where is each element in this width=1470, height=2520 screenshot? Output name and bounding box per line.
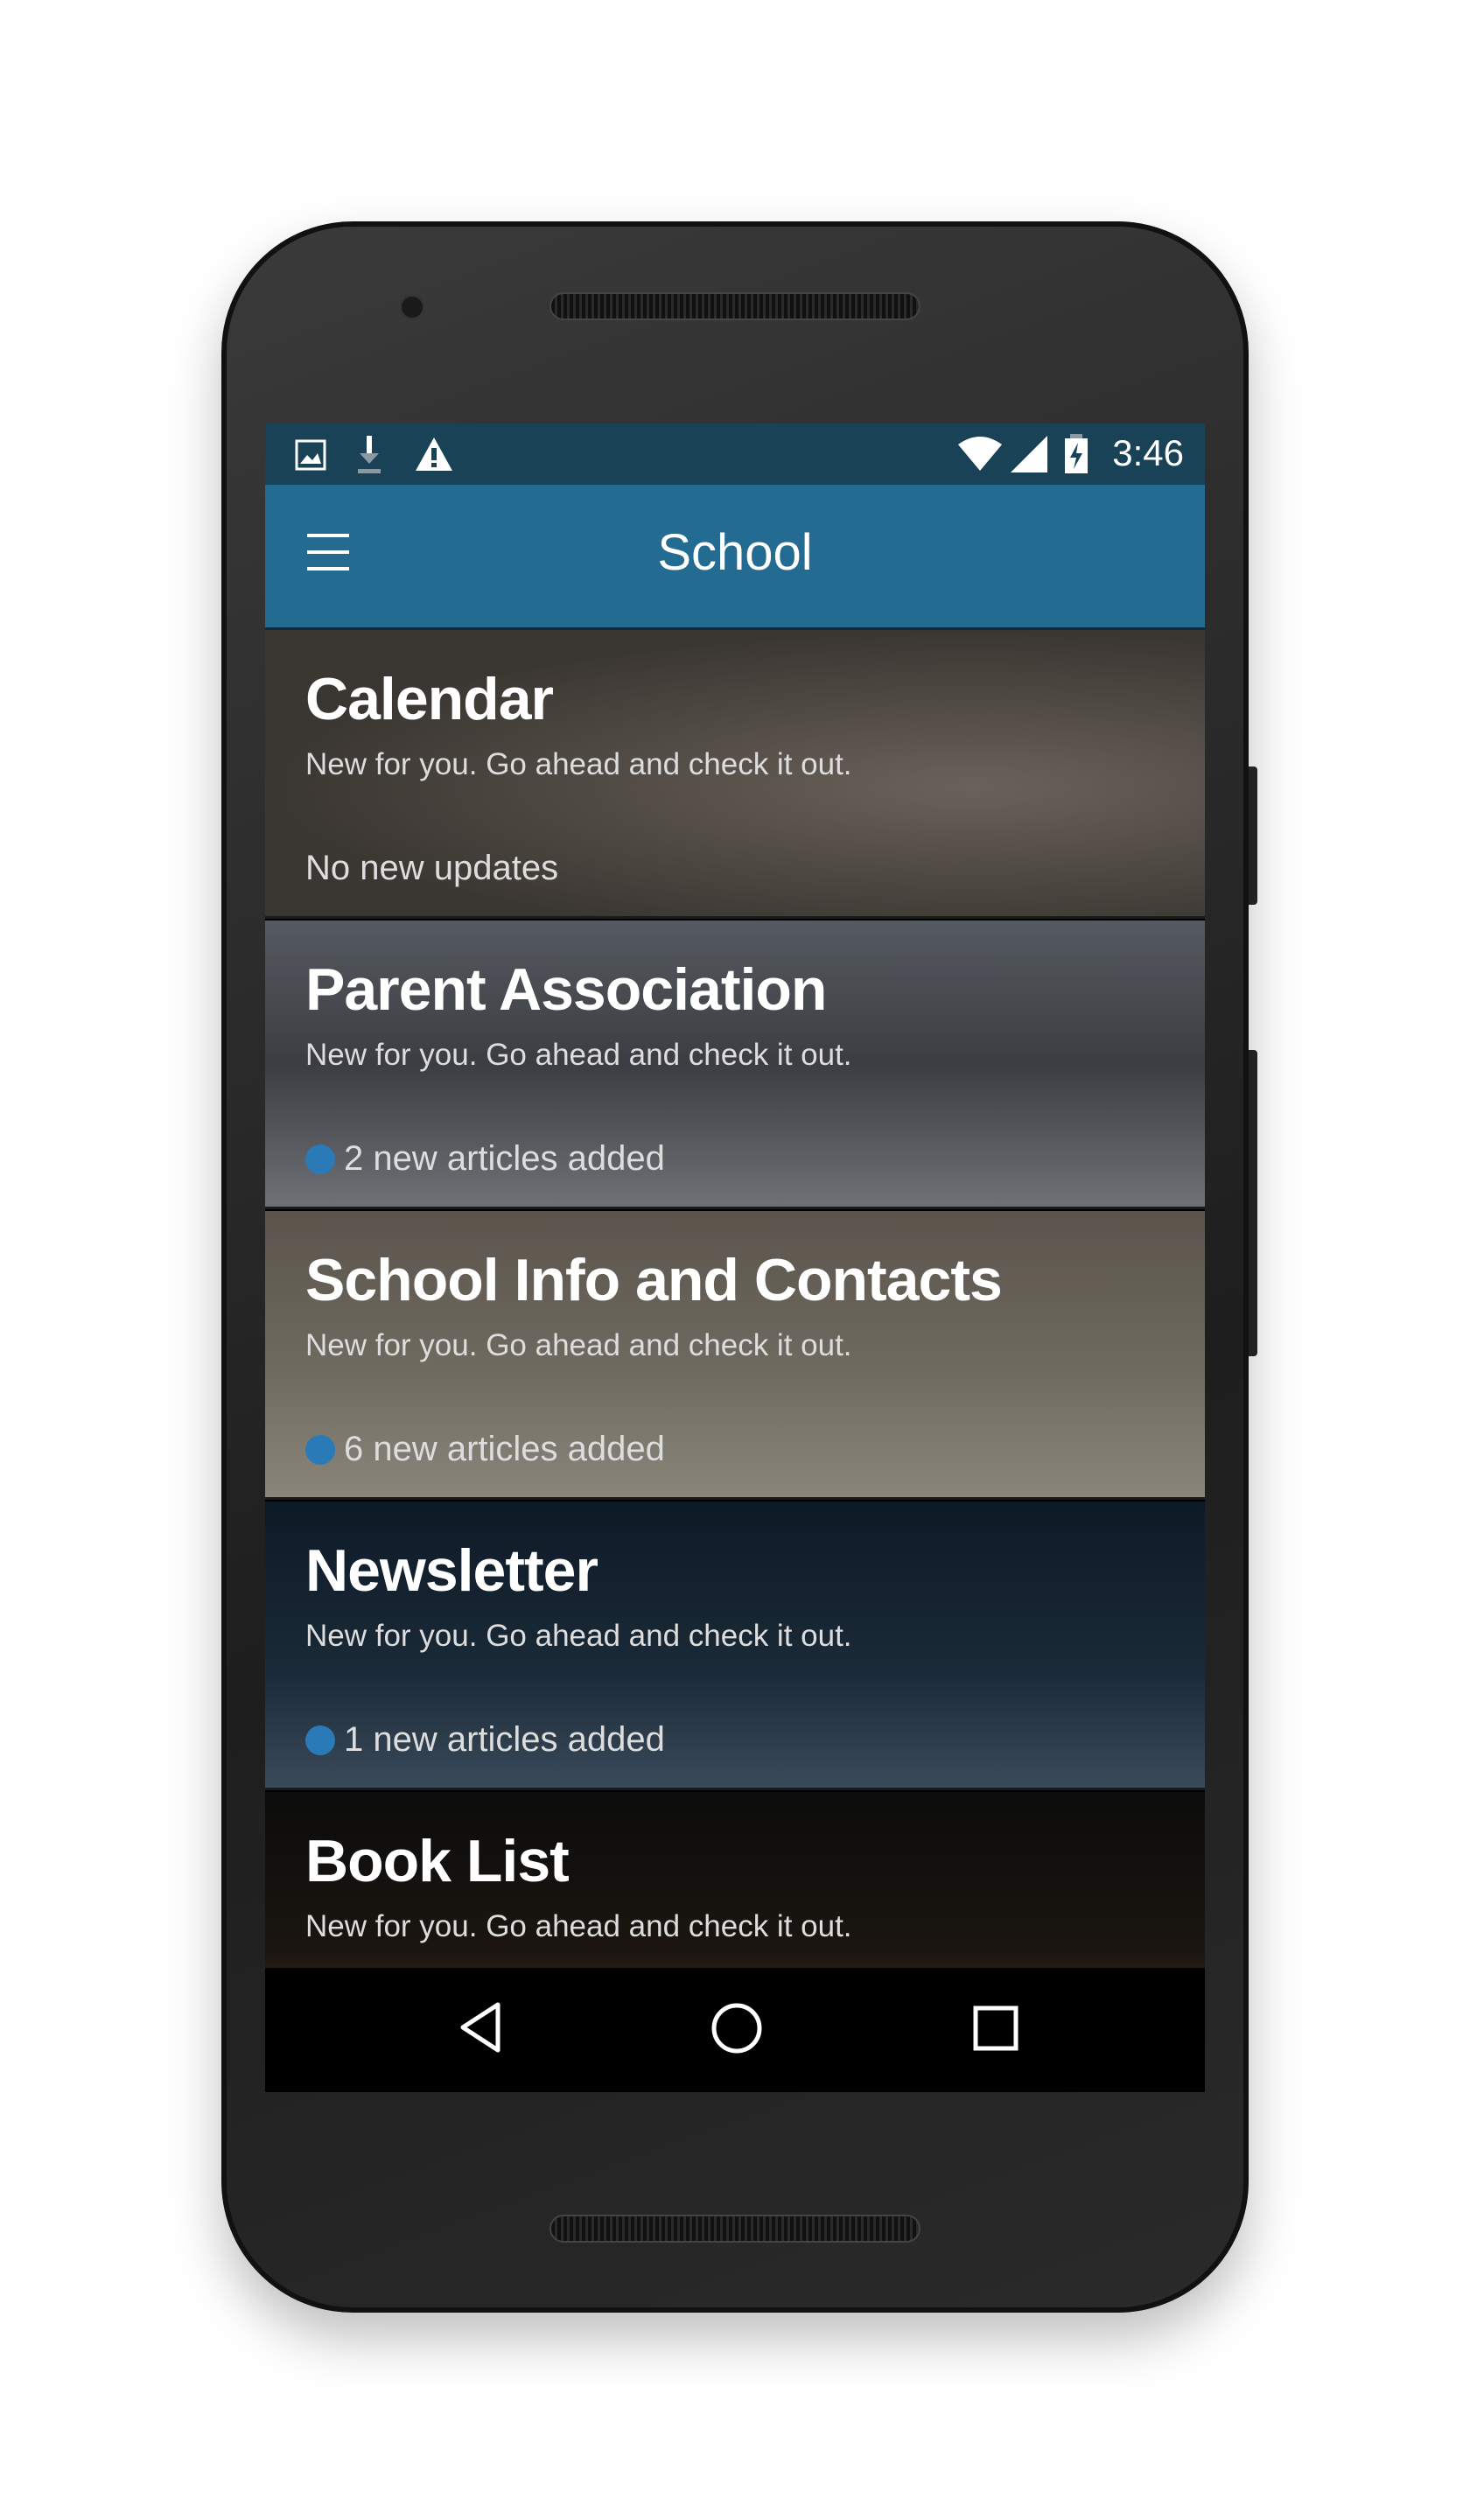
power-button bbox=[1249, 766, 1257, 905]
new-badge-dot bbox=[305, 1434, 335, 1465]
clock: 3:46 bbox=[1112, 432, 1184, 473]
card-title: Book List bbox=[305, 1828, 570, 1894]
card-title: Calendar bbox=[305, 666, 554, 732]
card-status: 1 new articles added bbox=[305, 1720, 665, 1760]
navigation-bar bbox=[265, 1968, 1205, 2092]
card-title: Parent Association bbox=[305, 956, 827, 1023]
warning-icon bbox=[416, 438, 452, 471]
screen: 3:46 School Calendar New for you. Go ahe… bbox=[265, 424, 1205, 2092]
bottom-speaker bbox=[550, 2215, 920, 2243]
image-icon bbox=[295, 439, 326, 471]
signal-icon bbox=[1011, 436, 1047, 472]
card-status: 2 new articles added bbox=[305, 1139, 665, 1179]
front-camera bbox=[400, 295, 424, 319]
page-title: School bbox=[657, 524, 813, 581]
card-subtitle: New for you. Go ahead and check it out. bbox=[305, 1038, 852, 1072]
status-text: No new updates bbox=[305, 849, 559, 887]
card-title: Newsletter bbox=[305, 1537, 598, 1604]
card-subtitle: New for you. Go ahead and check it out. bbox=[305, 1909, 852, 1943]
status-text: 6 new articles added bbox=[344, 1430, 665, 1468]
status-text: 2 new articles added bbox=[344, 1139, 665, 1178]
back-icon[interactable] bbox=[456, 2001, 505, 2058]
card-subtitle: New for you. Go ahead and check it out. bbox=[305, 747, 852, 781]
card-calendar[interactable]: Calendar New for you. Go ahead and check… bbox=[265, 630, 1205, 919]
new-badge-dot bbox=[305, 1725, 335, 1755]
card-subtitle: New for you. Go ahead and check it out. bbox=[305, 1619, 852, 1653]
status-text: 1 new articles added bbox=[344, 1720, 665, 1759]
card-parent-association[interactable]: Parent Association New for you. Go ahead… bbox=[265, 920, 1205, 1209]
card-school-info-and-contacts[interactable]: School Info and Contacts New for you. Go… bbox=[265, 1211, 1205, 1500]
status-bar: 3:46 bbox=[265, 424, 1205, 485]
top-speaker bbox=[550, 292, 920, 320]
card-status: 6 new articles added bbox=[305, 1430, 665, 1469]
card-newsletter[interactable]: Newsletter New for you. Go ahead and che… bbox=[265, 1502, 1205, 1790]
battery-charging-icon bbox=[1065, 434, 1088, 473]
card-status: No new updates bbox=[305, 849, 558, 888]
download-icon bbox=[358, 436, 381, 473]
app-bar: School bbox=[265, 485, 1205, 630]
new-badge-dot bbox=[305, 1144, 335, 1174]
card-title: School Info and Contacts bbox=[305, 1247, 1003, 1313]
recents-icon[interactable] bbox=[972, 2005, 1019, 2056]
volume-button bbox=[1249, 1050, 1257, 1356]
card-subtitle: New for you. Go ahead and check it out. bbox=[305, 1328, 852, 1362]
home-icon[interactable] bbox=[710, 2001, 764, 2060]
wifi-icon bbox=[958, 437, 1002, 471]
